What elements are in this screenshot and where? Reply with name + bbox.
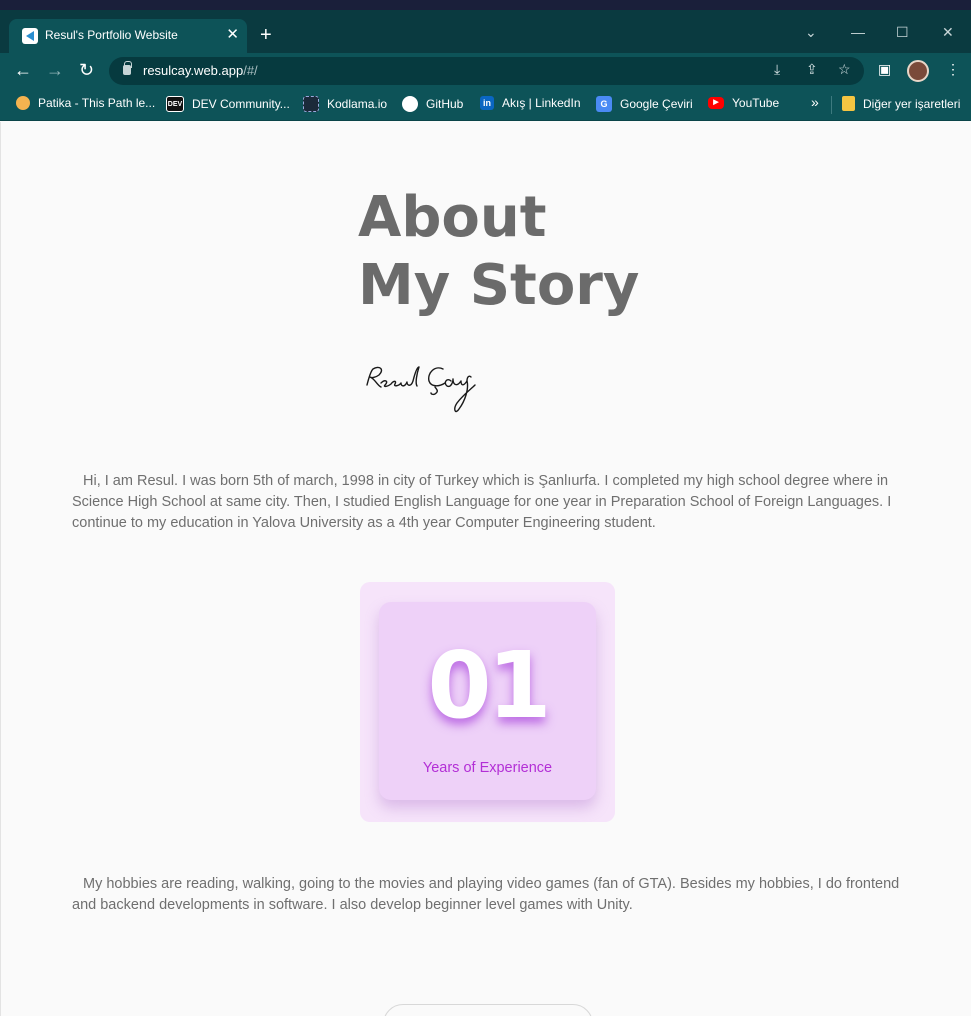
bookmark-label: Google Çeviri [620,97,693,111]
tab-bar: Resul's Portfolio Website ✕ + ⌄ — ☐ ✕ [0,10,971,53]
bookmark-label: YouTube [732,96,780,110]
bookmark-label: GitHub [426,97,464,111]
tab-title: Resul's Portfolio Website [45,28,178,42]
bookmarks-bar: Patika - This Path le... DEV DEV Communi… [0,89,971,121]
bookmark-dev[interactable]: DEV DEV Community... [166,96,290,112]
bookmark-patika[interactable]: Patika - This Path le... [16,96,155,110]
folder-icon [842,96,855,111]
bookmark-label: Kodlama.io [327,97,388,111]
experience-card-inner: 01 Years of Experience [379,602,596,800]
hobbies-text: My hobbies are reading, walking, going t… [72,876,900,913]
back-button[interactable]: ← [14,59,32,81]
signature-image [366,366,476,413]
tab-search-icon[interactable]: ⌄ [805,24,817,41]
bottom-button[interactable] [383,1004,593,1016]
close-window-button[interactable]: ✕ [942,24,954,41]
browser-toolbar: ← → ↻ resulcay.web.app/#/ ⤓ ⇪ ☆ ▣ ⋮ [0,53,971,89]
experience-card: 01 Years of Experience [360,582,615,822]
url-path: /#/ [243,63,258,78]
reload-button[interactable]: ↻ [79,59,94,81]
patika-icon [16,96,30,110]
heading-line-2: My Story [358,253,640,318]
page-content: About My Story Hi, I am Resul. I was bor… [0,122,971,1016]
bookmark-youtube[interactable]: ▶ YouTube [708,96,779,110]
github-icon [402,96,418,112]
other-bookmarks-folder[interactable]: Diğer yer işaretleri [842,96,960,111]
browser-tab[interactable]: Resul's Portfolio Website ✕ [9,19,247,53]
bookmark-label: Patika - This Path le... [38,96,156,110]
minimize-button[interactable]: — [851,24,865,40]
bookmark-google-translate[interactable]: G Google Çeviri [596,96,693,112]
maximize-button[interactable]: ☐ [896,24,909,41]
kodlama-icon [303,96,319,112]
flutter-favicon-icon [22,28,38,44]
page-heading: About My Story [358,184,639,320]
bookmark-linkedin[interactable]: in Akış | LinkedIn [480,96,581,110]
heading-line-1: About [358,185,547,250]
bookmark-label: Akış | LinkedIn [502,96,581,110]
experience-number: 01 [427,632,551,739]
linkedin-icon: in [480,96,494,110]
youtube-icon: ▶ [708,97,724,109]
tab-close-icon[interactable]: ✕ [226,26,239,44]
side-panel-icon[interactable]: ▣ [878,61,891,78]
bookmarks-overflow-button[interactable]: » [811,94,819,110]
other-bookmarks-label: Diğer yer işaretleri [863,96,961,111]
forward-button[interactable]: → [46,59,64,81]
experience-label: Years of Experience [422,760,553,776]
bookmarks-divider [831,96,832,114]
menu-icon[interactable]: ⋮ [946,61,960,78]
dev-icon: DEV [166,96,184,112]
share-icon[interactable]: ⇪ [806,61,818,78]
url-text[interactable]: resulcay.web.app/#/ [143,63,258,78]
bookmark-kodlama[interactable]: Kodlama.io [303,96,387,112]
url-host: resulcay.web.app [143,63,244,78]
hobbies-paragraph: My hobbies are reading, walking, going t… [72,874,912,916]
about-text: Hi, I am Resul. I was born 5th of march,… [72,473,892,531]
bookmark-star-icon[interactable]: ☆ [838,61,851,78]
new-tab-button[interactable]: + [260,24,272,46]
google-translate-icon: G [596,96,612,112]
about-paragraph: Hi, I am Resul. I was born 5th of march,… [72,471,912,534]
window-top-strip [0,0,971,10]
bookmark-label: DEV Community... [192,97,290,111]
lock-icon[interactable] [123,61,132,75]
bookmark-github[interactable]: GitHub [402,96,463,112]
address-bar[interactable]: resulcay.web.app/#/ ⤓ ⇪ ☆ [109,57,864,85]
install-app-icon[interactable]: ⤓ [774,61,780,78]
profile-avatar[interactable] [907,60,929,82]
